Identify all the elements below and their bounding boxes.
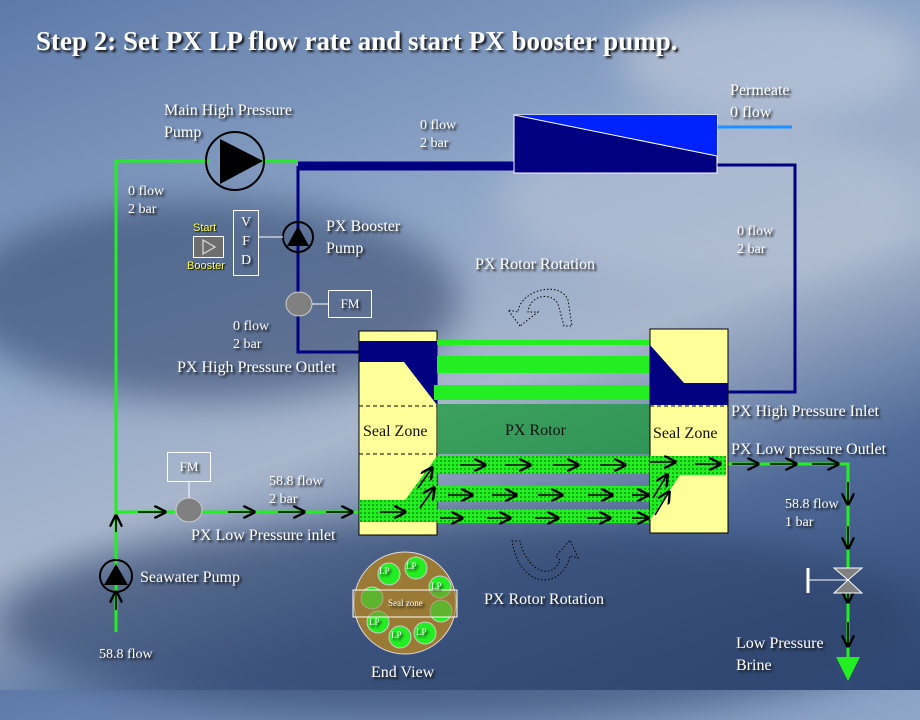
lp-outlet-pressure: 1 bar <box>785 515 814 530</box>
seawater-pump-label: Seawater Pump <box>140 569 240 586</box>
px-lp-outlet-label: PX Low pressure Outlet <box>731 441 887 458</box>
hp-pump-pressure: 2 bar <box>128 202 157 217</box>
hp-pump-flow: 0 flow <box>128 184 165 199</box>
booster-pump-label-2: Pump <box>326 240 364 257</box>
lp-port-label: LP <box>379 566 390 576</box>
fm-label: FM <box>179 459 199 474</box>
permeate-label: Permeate <box>730 82 790 99</box>
lp-brine-label-1: Low Pressure <box>736 635 824 652</box>
flow-meter-top-box: FM <box>328 290 372 318</box>
rotor-rotation-label-top: PX Rotor Rotation <box>475 256 596 273</box>
rotor-rotation-label-bottom: PX Rotor Rotation <box>484 591 605 608</box>
px-lp-inlet-label: PX Low Pressure inlet <box>191 527 336 544</box>
main-hp-pump-icon[interactable] <box>205 131 265 191</box>
start-booster-button[interactable] <box>193 236 224 258</box>
vfd-letter: F <box>242 234 250 249</box>
membrane-feed-flow: 0 flow <box>420 118 457 133</box>
lp-port-label: LP <box>391 630 402 640</box>
end-view-label: End View <box>371 664 435 681</box>
rotor-rotation-arrow-bottom <box>511 539 579 581</box>
px-process-diagram <box>99 114 864 681</box>
px-hp-outlet-label: PX High Pressure Outlet <box>177 359 336 376</box>
flow-meter-bottom <box>175 482 203 523</box>
rotor-rotation-arrow-top <box>506 288 573 327</box>
vfd-box: V F D <box>233 210 259 276</box>
play-icon <box>202 238 217 256</box>
booster-label: Booster <box>187 260 225 272</box>
brine-valve-icon[interactable] <box>806 567 864 594</box>
lp-inlet-flow: 58.8 flow <box>269 474 323 489</box>
seawater-feed-flow: 58.8 flow <box>99 647 153 662</box>
lp-inlet-pressure: 2 bar <box>269 492 298 507</box>
membrane-reject-flow: 0 flow <box>737 224 774 239</box>
seal-zone-right-label: Seal Zone <box>653 425 718 442</box>
lp-port-label: LP <box>416 627 427 637</box>
lp-port-label: LP <box>406 561 417 571</box>
flow-meter-top <box>285 291 329 317</box>
fm-label: FM <box>340 296 360 311</box>
start-label: Start <box>193 222 217 234</box>
main-hp-pump-label-2: Pump <box>164 124 202 141</box>
end-view-seal-label: Seal zone <box>388 598 423 608</box>
permeate-flow: 0 flow <box>730 104 772 121</box>
booster-outlet-flow: 0 flow <box>233 319 270 334</box>
lp-brine-label-2: Brine <box>736 657 772 674</box>
lp-port-label: LP <box>369 617 380 627</box>
membrane-feed-pressure: 2 bar <box>420 136 449 151</box>
lp-port-label: LP <box>431 581 442 591</box>
px-hp-inlet-label: PX High Pressure Inlet <box>731 403 879 420</box>
booster-outlet-pressure: 2 bar <box>233 337 262 352</box>
ro-membrane <box>513 114 718 174</box>
vfd-letter: V <box>240 215 252 230</box>
seal-zone-left-label: Seal Zone <box>363 423 428 440</box>
flow-meter-bottom-box: FM <box>167 452 211 482</box>
lp-outlet-flow: 58.8 flow <box>785 497 839 512</box>
vfd-letter: D <box>240 253 252 268</box>
membrane-reject-pressure: 2 bar <box>737 242 766 257</box>
px-rotor-label: PX Rotor <box>505 422 566 439</box>
booster-pump-label-1: PX Booster <box>326 218 401 235</box>
main-hp-pump-label-1: Main High Pressure <box>164 102 292 119</box>
